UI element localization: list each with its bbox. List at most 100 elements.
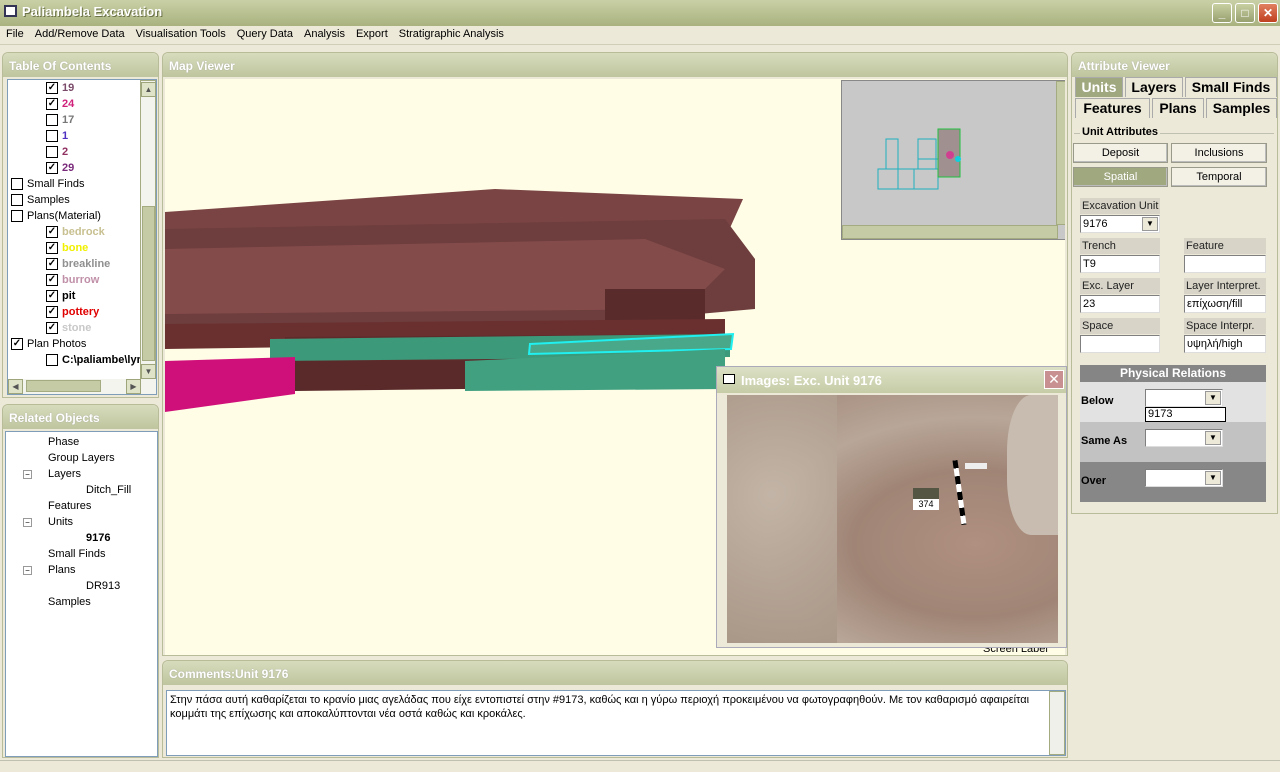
feature-field[interactable] (1184, 255, 1266, 273)
related-objects-panel: Related Objects Phase Group Layers Layers −… (2, 404, 159, 758)
comments-textarea[interactable]: Στην πάσα αυτή καθαρίζεται το κρανίο μια… (166, 690, 1066, 756)
checkbox[interactable] (11, 194, 23, 206)
related-item[interactable]: Layers (48, 466, 81, 482)
exc-layer-field[interactable]: 23 (1080, 295, 1160, 313)
related-item[interactable]: Samples (48, 594, 91, 610)
toc-vscrollbar[interactable]: ▲ ▼ (140, 80, 156, 380)
checkbox[interactable]: ✓ (46, 162, 58, 174)
chevron-down-icon[interactable]: ▼ (1142, 217, 1158, 231)
checkbox[interactable]: ✓ (46, 274, 58, 286)
overview-map[interactable] (841, 80, 1065, 240)
tab-features[interactable]: Features (1075, 98, 1150, 118)
toc-item[interactable]: ✓ bone (46, 240, 88, 256)
checkbox[interactable] (46, 130, 58, 142)
toc-item[interactable]: ✓ stone (46, 320, 91, 336)
related-item[interactable]: Group Layers (48, 450, 115, 466)
tab-plans[interactable]: Plans (1152, 98, 1204, 118)
related-item[interactable]: DR913 (86, 578, 120, 594)
menu-file[interactable]: File (0, 26, 29, 40)
toc-item-label: stone (62, 322, 92, 334)
minimize-button[interactable]: _ (1212, 3, 1232, 23)
menu-add-remove-data[interactable]: Add/Remove Data (29, 26, 130, 40)
chevron-down-icon[interactable]: ▼ (1205, 431, 1221, 445)
menu-query-data[interactable]: Query Data (231, 26, 298, 40)
menu-stratigraphic-analysis[interactable]: Stratigraphic Analysis (393, 26, 509, 40)
checkbox[interactable]: ✓ (46, 290, 58, 302)
related-item-label: Group Layers (48, 452, 115, 464)
collapse-icon[interactable]: − (23, 518, 32, 527)
subtab-inclusions[interactable]: Inclusions (1171, 143, 1267, 163)
menu-visualisation-tools[interactable]: Visualisation Tools (130, 26, 231, 40)
tab-small-finds[interactable]: Small Finds (1185, 77, 1277, 97)
toc-item[interactable]: 2 (46, 144, 68, 160)
checkbox[interactable] (46, 146, 58, 158)
close-button[interactable]: ✕ (1258, 3, 1278, 23)
tab-layers[interactable]: Layers (1125, 77, 1183, 97)
toc-item[interactable]: Samples (11, 192, 70, 208)
related-item[interactable]: Plans (48, 562, 76, 578)
toc-hscrollbar[interactable]: ◀ ▶ (8, 379, 156, 394)
collapse-icon[interactable]: − (23, 566, 32, 575)
related-item[interactable]: Phase (48, 434, 79, 450)
checkbox[interactable]: ✓ (46, 258, 58, 270)
checkbox[interactable]: ✓ (46, 226, 58, 238)
related-item-label: DR913 (86, 580, 121, 592)
toc-item[interactable]: 1 (46, 128, 68, 144)
below-option[interactable]: 9173 (1145, 407, 1226, 422)
chevron-down-icon[interactable]: ▼ (1205, 391, 1221, 405)
scroll-down-icon[interactable]: ▼ (141, 364, 156, 379)
toc-item[interactable]: ✓ 19 (46, 80, 74, 96)
menu-export[interactable]: Export (350, 26, 393, 40)
scroll-left-icon[interactable]: ◀ (8, 379, 23, 394)
toc-item[interactable]: ✓ pit (46, 288, 75, 304)
toc-item[interactable]: Small Finds (11, 176, 84, 192)
overview-hscrollbar[interactable] (842, 225, 1058, 239)
scroll-up-icon[interactable]: ▲ (141, 82, 156, 97)
scroll-thumb[interactable] (26, 380, 101, 392)
toc-item[interactable]: ✓ breakline (46, 256, 110, 272)
related-item[interactable]: Features (48, 498, 91, 514)
related-item[interactable]: 9176 (86, 530, 110, 546)
toc-item[interactable]: 17 (46, 112, 74, 128)
checkbox[interactable] (11, 178, 23, 190)
scroll-thumb[interactable] (142, 206, 155, 361)
space-field[interactable] (1080, 335, 1160, 353)
toc-item[interactable]: ✓ pottery (46, 304, 99, 320)
overview-vscrollbar[interactable] (1056, 81, 1065, 225)
toc-item[interactable]: ✓ 24 (46, 96, 74, 112)
trench-field[interactable]: T9 (1080, 255, 1160, 273)
toc-item[interactable]: Plans(Material) (11, 208, 101, 224)
checkbox[interactable]: ✓ (46, 322, 58, 334)
chevron-down-icon[interactable]: ▼ (1205, 471, 1221, 485)
collapse-icon[interactable]: − (23, 470, 32, 479)
space-interp-field[interactable]: υψηλή/high (1184, 335, 1266, 353)
checkbox[interactable]: ✓ (11, 338, 23, 350)
toc-item[interactable]: ✓ burrow (46, 272, 99, 288)
menu-analysis[interactable]: Analysis (298, 26, 350, 40)
checkbox[interactable]: ✓ (46, 242, 58, 254)
checkbox[interactable]: ✓ (46, 306, 58, 318)
related-item[interactable]: Ditch_Fill (86, 482, 131, 498)
toc-item[interactable]: ✓ bedrock (46, 224, 105, 240)
images-close-button[interactable]: ✕ (1044, 370, 1064, 389)
checkbox[interactable]: ✓ (46, 82, 58, 94)
tab-samples[interactable]: Samples (1206, 98, 1277, 118)
related-item[interactable]: Small Finds (48, 546, 105, 562)
comments-scrollbar[interactable] (1049, 691, 1065, 755)
maximize-button[interactable]: □ (1235, 3, 1255, 23)
toc-item[interactable]: ✓ 29 (46, 160, 74, 176)
images-title: Images: Exc. Unit 9176 (717, 367, 1066, 393)
checkbox[interactable] (46, 354, 58, 366)
subtab-temporal[interactable]: Temporal (1171, 167, 1267, 187)
subtab-spatial[interactable]: Spatial (1073, 167, 1168, 187)
checkbox[interactable] (46, 114, 58, 126)
toc-item[interactable]: ✓ Plan Photos (11, 336, 86, 352)
checkbox[interactable] (11, 210, 23, 222)
scroll-right-icon[interactable]: ▶ (126, 379, 141, 394)
subtab-deposit[interactable]: Deposit (1073, 143, 1168, 163)
toc-item[interactable]: C:\paliambe\lyrs (46, 352, 147, 368)
related-item[interactable]: Units (48, 514, 73, 530)
layer-interp-field[interactable]: επίχωση/fill (1184, 295, 1266, 313)
tab-units[interactable]: Units (1075, 77, 1123, 97)
checkbox[interactable]: ✓ (46, 98, 58, 110)
